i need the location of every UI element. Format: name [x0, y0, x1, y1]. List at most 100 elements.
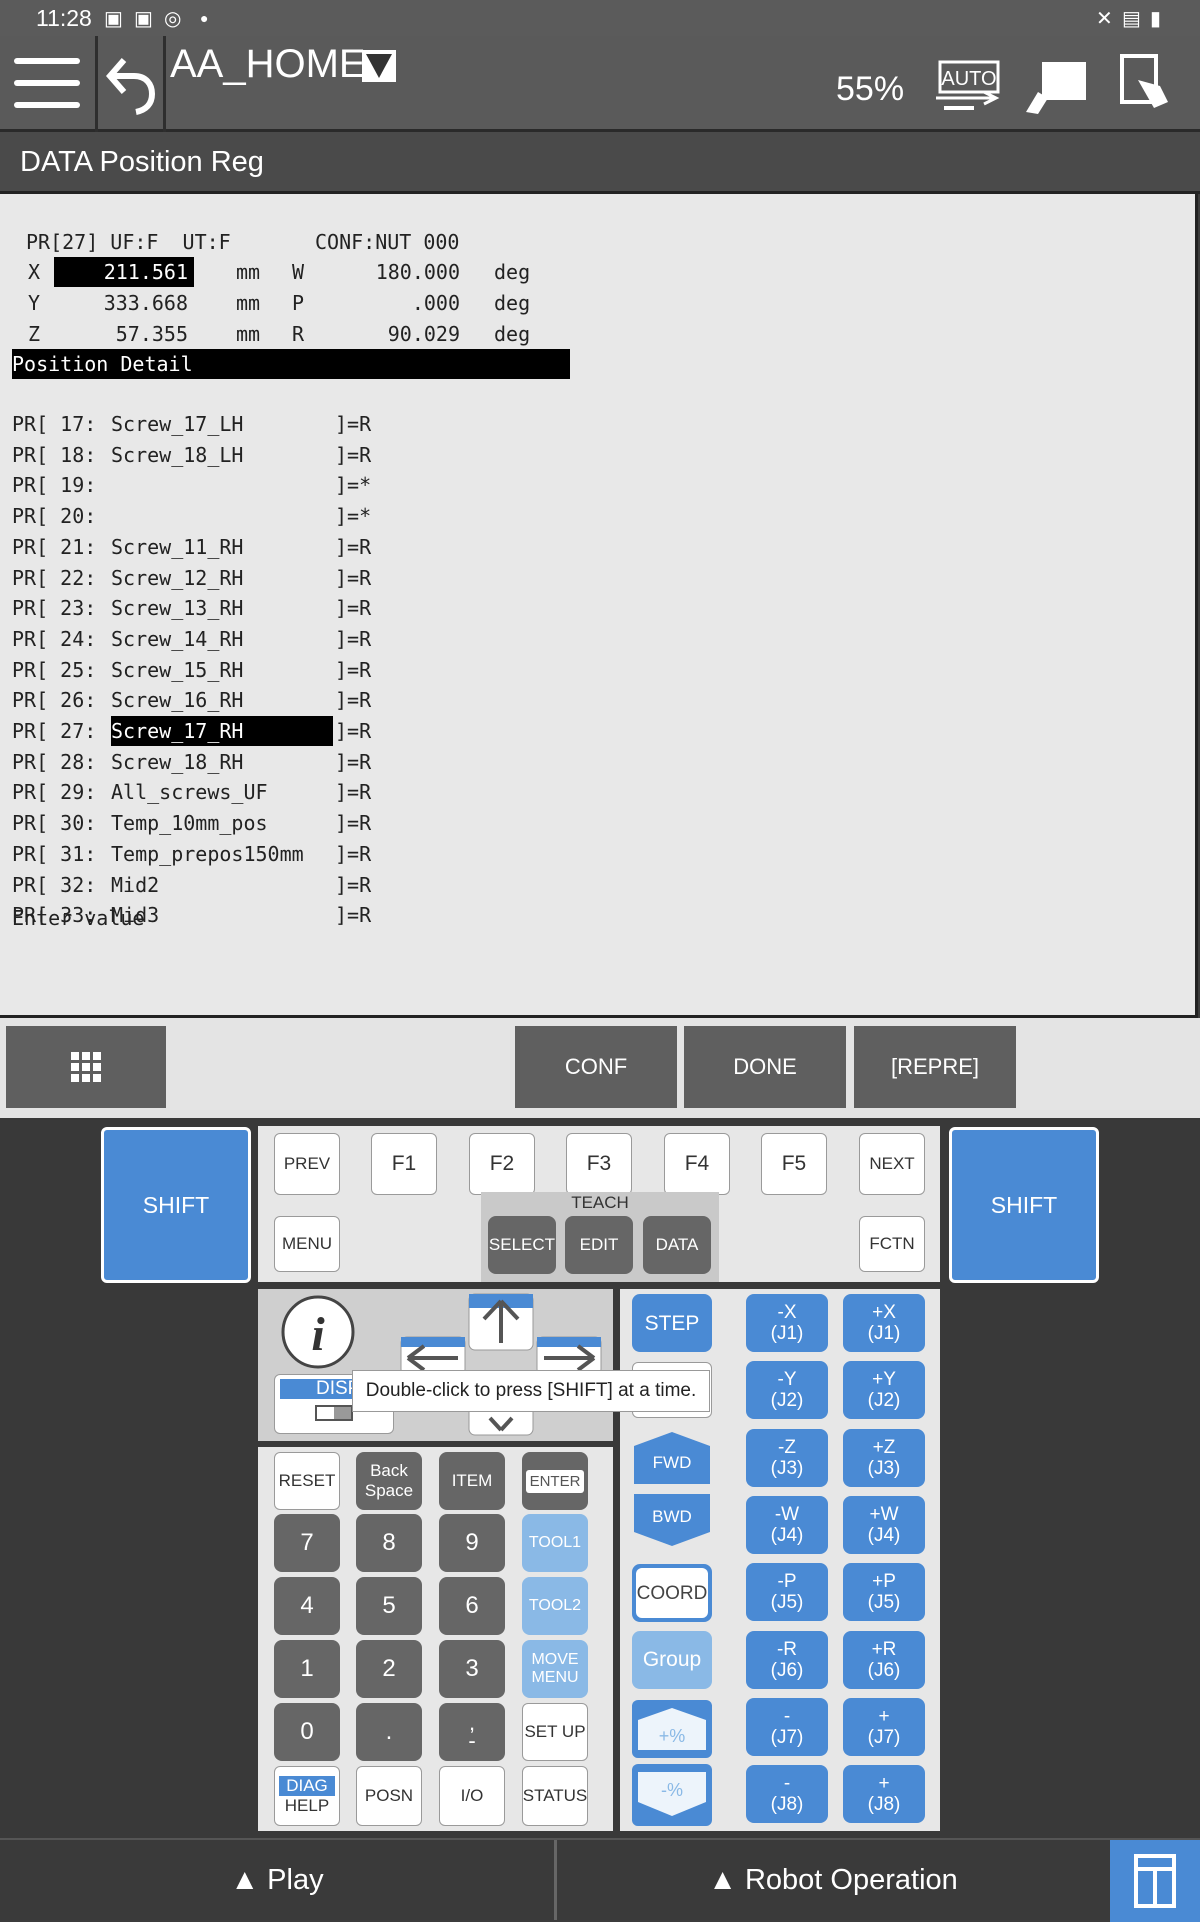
jog-plus-j4-key[interactable]: +W (J4) [843, 1495, 925, 1554]
pendant-toggle-button[interactable] [1110, 1840, 1200, 1922]
reset-key[interactable]: RESET [274, 1452, 340, 1510]
jog-minus-j1-key[interactable]: -X (J1) [746, 1294, 828, 1352]
coord-key[interactable]: COORD [632, 1564, 712, 1622]
move-menu-key[interactable]: MOVE MENU [522, 1640, 588, 1698]
jog-plus-j1-key[interactable]: +X (J1) [843, 1294, 925, 1352]
list-item[interactable]: PR[ 32: [12, 870, 96, 900]
program-dropdown-icon[interactable] [362, 50, 396, 82]
step-key[interactable]: STEP [632, 1294, 712, 1352]
f3-key[interactable]: F3 [566, 1133, 632, 1195]
list-item[interactable]: PR[ 17: [12, 409, 96, 439]
jog-minus-j3-key[interactable]: -Z (J3) [746, 1428, 828, 1487]
list-item-comment[interactable]: Screw_15_RH [111, 655, 333, 685]
list-item-comment[interactable]: Screw_17_LH [111, 409, 333, 439]
y-value-field[interactable]: 333.668 [54, 288, 194, 318]
x-value-field[interactable]: 211.561 [54, 257, 194, 287]
cursor-up-key[interactable] [468, 1293, 534, 1351]
info-icon[interactable]: i [280, 1294, 356, 1370]
prev-key[interactable]: PREV [274, 1133, 340, 1195]
conf-button[interactable]: CONF [515, 1026, 677, 1108]
auto-mode-icon[interactable]: AUTO [934, 58, 1004, 112]
list-item-comment[interactable]: All_screws_UF [111, 777, 333, 807]
jog-plus-j8-key[interactable]: + (J8) [843, 1765, 925, 1824]
list-item-comment[interactable]: Screw_14_RH [111, 624, 333, 654]
plus-percent-key[interactable]: +% [632, 1700, 712, 1758]
touch-screen-icon[interactable] [1118, 52, 1174, 116]
f5-key[interactable]: F5 [761, 1133, 827, 1195]
list-item-comment[interactable]: Temp_prepos150mm [111, 839, 333, 869]
list-item[interactable]: PR[ 25: [12, 655, 96, 685]
jog-plus-j3-key[interactable]: +Z (J3) [843, 1428, 925, 1487]
list-item[interactable]: PR[ 20: [12, 501, 96, 531]
hamburger-menu-icon[interactable] [14, 58, 80, 110]
key-5[interactable]: 5 [356, 1577, 422, 1635]
list-item-comment[interactable]: Screw_17_RH [111, 716, 333, 746]
menu-key[interactable]: MENU [274, 1216, 340, 1272]
bwd-key[interactable]: BWD [632, 1492, 712, 1548]
robot-operation-tab[interactable]: ▲ Robot Operation [557, 1840, 1109, 1920]
diag-help-key[interactable]: DIAG HELP [274, 1766, 340, 1826]
list-item[interactable]: PR[ 18: [12, 440, 96, 470]
r-value-field[interactable]: 90.029 [330, 319, 460, 349]
enter-key[interactable]: ENTER [522, 1452, 588, 1510]
teach-pendant-icon[interactable] [1024, 58, 1088, 116]
key-6[interactable]: 6 [439, 1577, 505, 1635]
data-key[interactable]: DATA [643, 1216, 711, 1274]
list-item[interactable]: PR[ 29: [12, 777, 96, 807]
jog-minus-j6-key[interactable]: -R (J6) [746, 1630, 828, 1689]
key-2[interactable]: 2 [356, 1640, 422, 1698]
select-key[interactable]: SELECT [488, 1216, 556, 1274]
jog-minus-j4-key[interactable]: -W (J4) [746, 1495, 828, 1554]
fctn-key[interactable]: FCTN [859, 1216, 925, 1272]
repre-button[interactable]: [REPRE] [854, 1026, 1016, 1108]
w-value-field[interactable]: 180.000 [330, 257, 460, 287]
key-9[interactable]: 9 [439, 1514, 505, 1572]
key-7[interactable]: 7 [274, 1514, 340, 1572]
key-0[interactable]: 0 [274, 1703, 340, 1761]
key-comma-minus[interactable]: ,- [439, 1703, 505, 1761]
list-item-comment[interactable]: Screw_18_LH [111, 440, 333, 470]
jog-plus-j5-key[interactable]: +P (J5) [843, 1563, 925, 1622]
list-item[interactable]: PR[ 22: [12, 563, 96, 593]
list-item[interactable]: PR[ 27: [12, 716, 96, 746]
list-item[interactable]: PR[ 26: [12, 685, 96, 715]
list-item[interactable]: PR[ 31: [12, 839, 96, 869]
list-item[interactable]: PR[ 28: [12, 747, 96, 777]
list-item-comment[interactable]: Temp_10mm_pos [111, 808, 333, 838]
list-item-comment[interactable]: Screw_11_RH [111, 532, 333, 562]
override-percent[interactable]: 55% [836, 70, 904, 109]
item-key[interactable]: ITEM [439, 1452, 505, 1510]
group-key[interactable]: Group [632, 1631, 712, 1689]
jog-plus-j2-key[interactable]: +Y (J2) [843, 1361, 925, 1420]
key-dot[interactable]: . [356, 1703, 422, 1761]
jog-minus-j7-key[interactable]: - (J7) [746, 1697, 828, 1756]
backspace-key[interactable]: Back Space [356, 1452, 422, 1510]
jog-plus-j7-key[interactable]: + (J7) [843, 1697, 925, 1756]
list-item-comment[interactable]: Screw_18_RH [111, 747, 333, 777]
edit-key[interactable]: EDIT [565, 1216, 633, 1274]
key-3[interactable]: 3 [439, 1640, 505, 1698]
tool2-key[interactable]: TOOL2 [522, 1577, 588, 1635]
list-item-comment[interactable]: Screw_13_RH [111, 593, 333, 623]
jog-minus-j5-key[interactable]: -P (J5) [746, 1563, 828, 1622]
p-value-field[interactable]: .000 [330, 288, 460, 318]
done-button[interactable]: DONE [684, 1026, 846, 1108]
key-4[interactable]: 4 [274, 1577, 340, 1635]
list-item[interactable]: PR[ 21: [12, 532, 96, 562]
status-key[interactable]: STATUS [522, 1766, 588, 1826]
shift-left-button[interactable]: SHIFT [101, 1127, 251, 1283]
setup-key[interactable]: SET UP [522, 1703, 588, 1761]
list-item[interactable]: PR[ 23: [12, 593, 96, 623]
undo-icon[interactable] [106, 54, 158, 116]
program-name[interactable]: AA_HOME [170, 42, 366, 87]
list-item-comment[interactable]: Screw_16_RH [111, 685, 333, 715]
list-item-comment[interactable] [111, 470, 333, 500]
f1-key[interactable]: F1 [371, 1133, 437, 1195]
list-item-comment[interactable]: Screw_12_RH [111, 563, 333, 593]
key-8[interactable]: 8 [356, 1514, 422, 1572]
posn-key[interactable]: POSN [356, 1766, 422, 1826]
io-key[interactable]: I/O [439, 1766, 505, 1826]
shift-right-button[interactable]: SHIFT [949, 1127, 1099, 1283]
tool1-key[interactable]: TOOL1 [522, 1514, 588, 1572]
play-tab[interactable]: ▲ Play [0, 1840, 554, 1920]
